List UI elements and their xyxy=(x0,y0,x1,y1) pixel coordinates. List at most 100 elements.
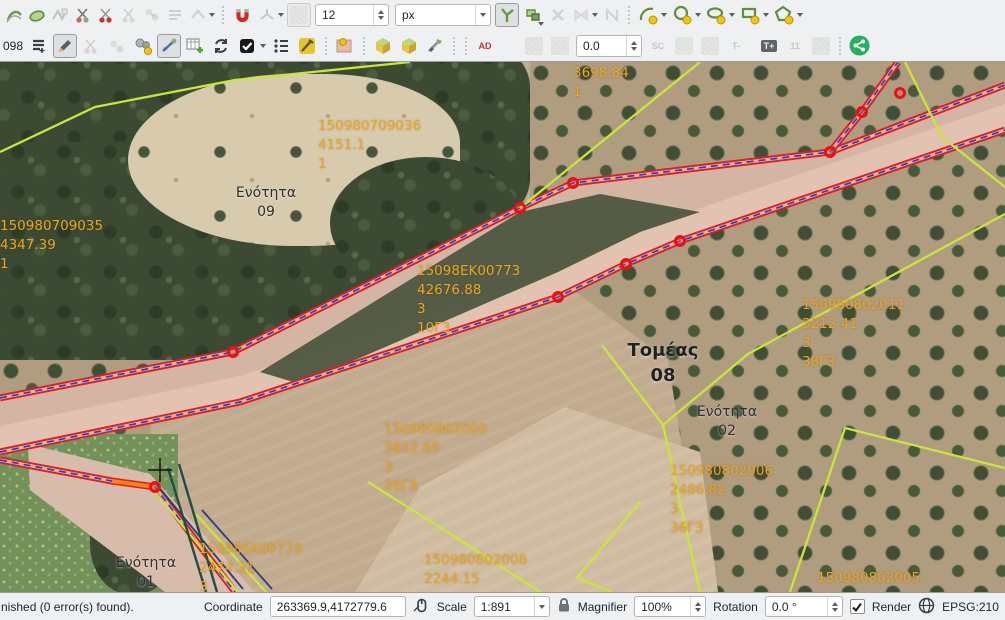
separator xyxy=(628,6,630,24)
reshape-features-icon[interactable] xyxy=(26,3,47,27)
pattern-a-icon[interactable] xyxy=(672,34,696,58)
snapping-type-caret[interactable] xyxy=(278,13,284,17)
multi-edit-icon[interactable] xyxy=(27,34,51,58)
rotation-value: 0.0 ° xyxy=(772,600,827,614)
ellipse-tool-caret[interactable] xyxy=(729,13,735,17)
save-edits-icon[interactable] xyxy=(79,34,103,58)
scale-value: 1:891 xyxy=(481,600,534,614)
vertex-marker[interactable] xyxy=(151,483,160,492)
split-parts-icon[interactable] xyxy=(95,3,116,27)
offset-spinbox[interactable]: 0.0 xyxy=(576,35,642,57)
vertex-marker[interactable] xyxy=(676,237,685,246)
move-n-icon[interactable] xyxy=(601,3,622,27)
regular-polygon-caret[interactable] xyxy=(797,13,803,17)
map-canvas[interactable]: 3698.8411509807090364151.11Ενότητα091509… xyxy=(0,62,1005,592)
circle-tool-caret[interactable] xyxy=(695,13,701,17)
simplify-feature-icon[interactable] xyxy=(49,3,70,27)
vertex-marker[interactable] xyxy=(622,260,631,269)
lock-icon[interactable] xyxy=(557,597,571,616)
status-message: nished (0 error(s) found). xyxy=(1,600,197,614)
pattern-c-icon[interactable] xyxy=(809,34,833,58)
t-minus-badge: T- xyxy=(732,41,740,51)
cube-3d-b-icon[interactable] xyxy=(397,34,421,58)
avoid-intersections-icon[interactable] xyxy=(521,3,545,27)
point-size-spinbox[interactable]: 12 xyxy=(315,4,389,26)
share-icon[interactable] xyxy=(847,34,871,58)
scale-combobox[interactable]: 1:891 xyxy=(474,596,550,617)
render-label: Render xyxy=(872,600,911,614)
cube-3d-a-icon[interactable] xyxy=(371,34,395,58)
flip-line-icon[interactable] xyxy=(570,3,591,27)
vertex-marker[interactable] xyxy=(229,348,238,357)
separator xyxy=(839,37,841,55)
snapping-magnet-icon[interactable] xyxy=(230,3,254,27)
open-attribute-table-icon[interactable] xyxy=(183,34,207,58)
t-minus-icon[interactable]: T- xyxy=(724,34,748,58)
vertex-marker[interactable] xyxy=(896,89,905,98)
mouse-extent-icon[interactable] xyxy=(413,597,430,617)
circle-tool-icon[interactable] xyxy=(670,3,694,27)
select-checkbox-caret[interactable] xyxy=(260,44,266,48)
highlight-brush-icon[interactable] xyxy=(295,34,319,58)
sc-icon[interactable]: SC xyxy=(646,34,670,58)
crs-value[interactable]: EPSG:210 xyxy=(942,600,999,614)
t-plus-icon[interactable]: T+ xyxy=(757,34,781,58)
advanced-digitizing-icon[interactable]: AD xyxy=(473,34,497,58)
build-tools-icon[interactable] xyxy=(423,34,447,58)
offset-curve-icon[interactable] xyxy=(3,3,24,27)
separator xyxy=(453,37,455,55)
select-checkbox-icon[interactable] xyxy=(235,34,259,58)
rotation-spinbox[interactable]: 0.0 ° xyxy=(765,596,843,617)
vertex-editor-icon[interactable] xyxy=(157,34,181,58)
reverse-line-icon[interactable] xyxy=(164,3,185,27)
pink-layer-icon[interactable] xyxy=(333,34,357,58)
separator xyxy=(465,37,467,55)
reload-features-icon[interactable] xyxy=(209,34,233,58)
offset-value: 0.0 xyxy=(583,39,626,53)
advanced-digitizing-toolbar: 12 px xyxy=(0,0,1005,30)
magnifier-spinbox[interactable]: 100% xyxy=(634,596,706,617)
delete-part-icon[interactable] xyxy=(547,3,568,27)
circular-string-caret[interactable] xyxy=(661,13,667,17)
vertex-marker[interactable] xyxy=(554,293,563,302)
vertex-marker[interactable] xyxy=(858,108,867,117)
rotate-point-symbols-caret[interactable] xyxy=(209,13,215,17)
rectangle-tool-caret[interactable] xyxy=(763,13,769,17)
pattern-b-icon[interactable] xyxy=(698,34,722,58)
vertex-marker[interactable] xyxy=(826,148,835,157)
snapping-type-icon[interactable] xyxy=(256,3,277,27)
eleven-badge: 11 xyxy=(790,41,800,51)
vertex-marker[interactable] xyxy=(516,204,525,213)
crs-globe-icon[interactable] xyxy=(918,597,935,617)
coordinate-label: Coordinate xyxy=(204,600,263,614)
circular-string-icon[interactable] xyxy=(636,3,660,27)
grid-snap-icon[interactable] xyxy=(287,3,311,27)
vertex-marker[interactable] xyxy=(569,179,578,188)
ad-badge: AD xyxy=(479,41,492,51)
toggle-editing-icon[interactable] xyxy=(53,34,77,58)
render-checkbox[interactable] xyxy=(850,599,865,614)
status-bar: nished (0 error(s) found). Coordinate 26… xyxy=(0,592,1005,620)
magnifier-label: Magnifier xyxy=(578,600,627,614)
tracing-icon[interactable] xyxy=(495,3,519,27)
merge-features-icon[interactable] xyxy=(118,3,139,27)
scale-label: Scale xyxy=(437,600,467,614)
separator xyxy=(325,37,327,55)
rectangle-tool-icon[interactable] xyxy=(738,3,762,27)
sc-badge: SC xyxy=(652,41,665,51)
current-edits-icon[interactable] xyxy=(105,34,129,58)
merge-attributes-icon[interactable] xyxy=(141,3,162,27)
split-features-icon[interactable] xyxy=(72,3,93,27)
t-plus-badge: T+ xyxy=(761,40,778,52)
rotate-point-symbols-icon[interactable] xyxy=(187,3,208,27)
eleven-icon[interactable]: 11 xyxy=(783,34,807,58)
unit-combobox[interactable]: px xyxy=(395,4,491,26)
flip-line-caret[interactable] xyxy=(592,13,598,17)
regular-polygon-icon[interactable] xyxy=(772,3,796,27)
checklist-icon[interactable] xyxy=(269,34,293,58)
construction-icon[interactable] xyxy=(522,34,546,58)
parallel-icon[interactable] xyxy=(548,34,572,58)
ellipse-tool-icon[interactable] xyxy=(704,3,728,27)
vertex-tool-star-icon[interactable] xyxy=(131,34,155,58)
coordinate-input[interactable]: 263369.9,4172779.6 xyxy=(270,596,406,617)
